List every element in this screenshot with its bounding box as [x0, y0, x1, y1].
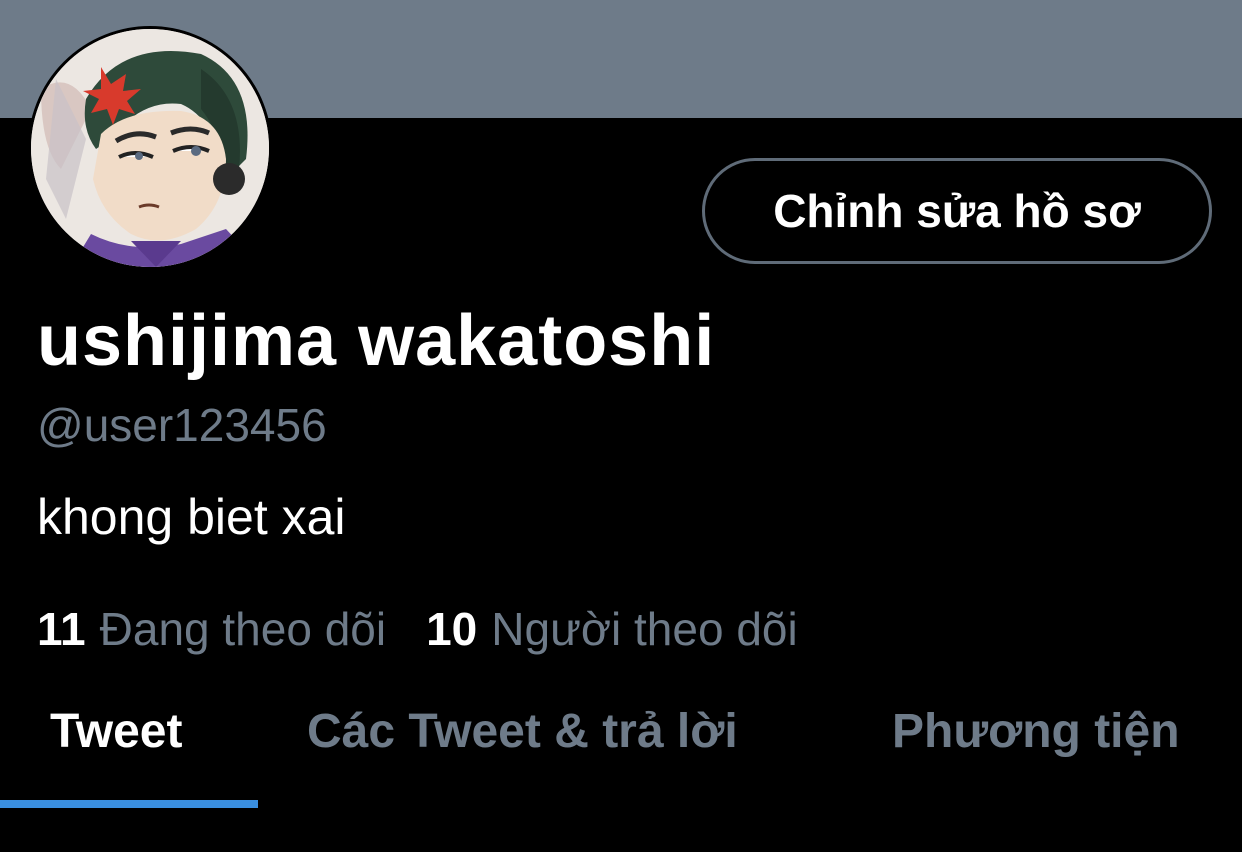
tab-tweets-and-replies[interactable]: Các Tweet & trả lời [307, 704, 738, 759]
followers-count: 10 [426, 603, 478, 655]
profile-tabs: Tweet Các Tweet & trả lời Phương tiện [0, 690, 1242, 810]
profile-display-name: ushijima wakatoshi [37, 301, 716, 381]
followers-label: Người theo dõi [491, 603, 798, 655]
tab-media[interactable]: Phương tiện [892, 704, 1180, 759]
following-link[interactable]: 11 Đang theo dõi [37, 602, 386, 656]
following-label: Đang theo dõi [99, 603, 387, 655]
active-tab-indicator [0, 800, 258, 808]
profile-avatar[interactable] [28, 26, 272, 270]
profile-handle: @user123456 [37, 399, 327, 451]
followers-link[interactable]: 10 Người theo dõi [426, 602, 798, 656]
profile-stats: 11 Đang theo dõi 10 Người theo dõi [37, 602, 798, 656]
edit-profile-button[interactable]: Chỉnh sửa hồ sơ [702, 158, 1212, 264]
profile-bio: khong biet xai [37, 489, 346, 545]
following-count: 11 [37, 603, 86, 655]
tab-tweets[interactable]: Tweet [50, 704, 182, 759]
avatar-illustration [31, 29, 269, 267]
